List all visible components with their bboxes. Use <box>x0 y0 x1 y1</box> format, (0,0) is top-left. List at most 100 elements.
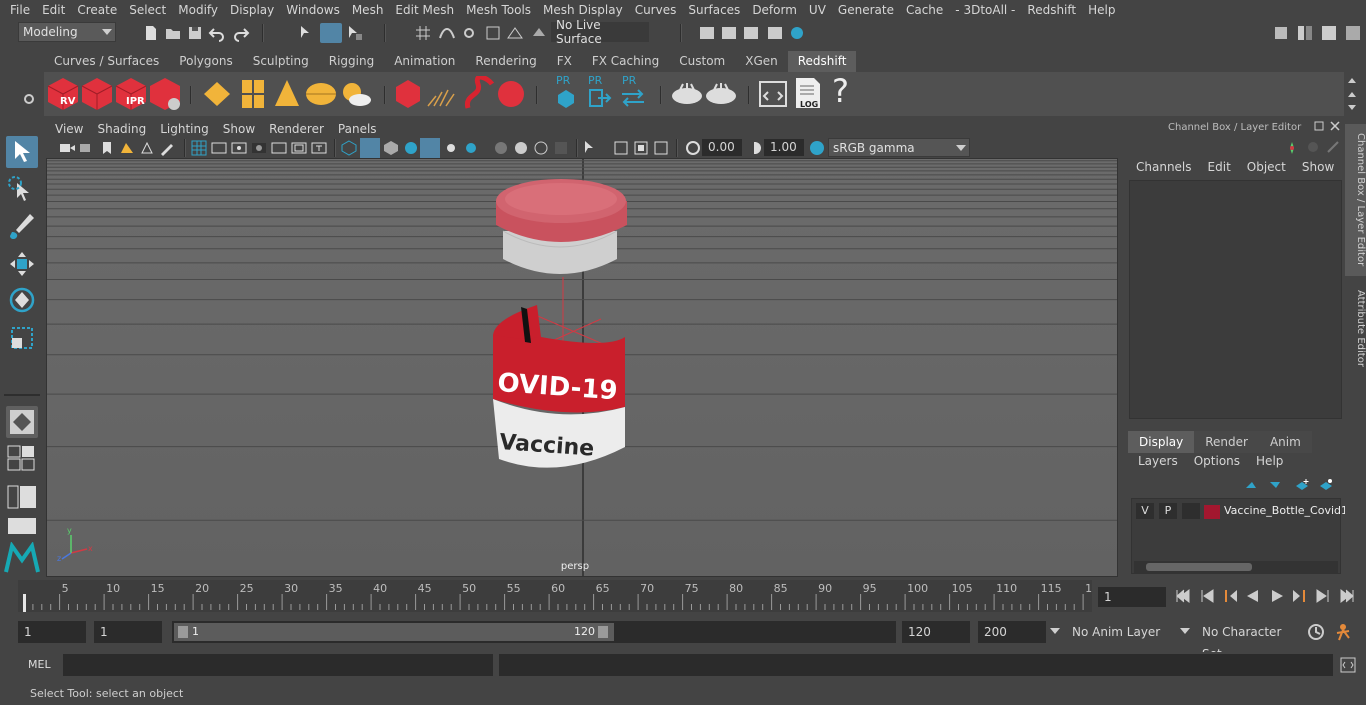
proxy-diamond-icon[interactable] <box>202 80 232 108</box>
tab-channel-box[interactable]: Channel Box / Layer Editor <box>1345 124 1366 276</box>
step-forward-icon[interactable] <box>1314 588 1332 604</box>
sun-sky-icon[interactable] <box>338 80 372 108</box>
channel-lock-icon[interactable] <box>1326 140 1340 154</box>
float-panel-icon[interactable] <box>1314 121 1324 131</box>
menu-cache[interactable]: Cache <box>900 3 949 17</box>
layer-menu-layers[interactable]: Layers <box>1130 454 1186 468</box>
select-by-hierarchy-icon[interactable] <box>298 24 316 42</box>
menu-3dtoall[interactable]: - 3DtoAll - <box>949 3 1021 17</box>
current-time-marker[interactable] <box>23 594 26 612</box>
channel-menu-show[interactable]: Show <box>1294 160 1342 178</box>
time-slider[interactable]: 5 10 15 20 25 30 35 40 45 50 55 60 65 70 75 80 85 90 95 100… <box>18 580 1099 612</box>
gamma-icon[interactable] <box>746 139 764 157</box>
script-editor-button-icon[interactable] <box>1340 657 1356 673</box>
layer-tab-anim[interactable]: Anim <box>1258 431 1312 453</box>
hypershade-icon[interactable] <box>788 24 806 42</box>
shelf-tab-xgen[interactable]: XGen <box>735 51 788 72</box>
menu-redshift[interactable]: Redshift <box>1021 3 1082 17</box>
layer-scroll-thumb[interactable] <box>1146 563 1252 571</box>
vaccine-bottle-cap[interactable] <box>496 179 627 274</box>
exposure-field[interactable]: 0.00 <box>702 139 742 156</box>
range-end-handle[interactable] <box>598 626 608 638</box>
colorspace-dropdown[interactable]: sRGB gamma <box>828 138 970 157</box>
scale-tool[interactable] <box>6 322 38 354</box>
layer-color-swatch[interactable] <box>1204 505 1220 519</box>
close-panel-icon[interactable] <box>1330 121 1340 131</box>
menu-file[interactable]: File <box>4 3 36 17</box>
anim-layer-selector[interactable]: No Anim Layer <box>1066 621 1176 643</box>
auto-key-icon[interactable] <box>1306 622 1326 642</box>
scene-canvas[interactable]: OVID-19 Vaccine x y z persp <box>47 159 1118 577</box>
viewport-menu-renderer[interactable]: Renderer <box>262 122 331 136</box>
isolate-select-icon[interactable] <box>582 139 600 157</box>
new-layer-selected-icon[interactable] <box>1318 478 1334 492</box>
shelf-tab-rendering[interactable]: Rendering <box>465 51 546 72</box>
save-scene-icon[interactable] <box>186 24 204 42</box>
viewport-menu-shading[interactable]: Shading <box>90 122 153 136</box>
make-live-icon[interactable] <box>530 24 548 42</box>
new-layer-icon[interactable] <box>1294 478 1310 492</box>
start-time-field[interactable]: 1 <box>18 621 86 643</box>
viewport-persp[interactable]: OVID-19 Vaccine x y z persp <box>46 158 1118 577</box>
render-view-icon[interactable] <box>698 24 716 42</box>
render-sequence-icon[interactable] <box>80 76 114 112</box>
proxy-import-icon[interactable] <box>588 88 612 108</box>
layer-playback-toggle[interactable]: P <box>1159 503 1177 519</box>
smooth-shade-button[interactable] <box>360 138 380 158</box>
move-tool[interactable] <box>6 248 38 280</box>
camera-icon[interactable] <box>58 139 76 157</box>
anim-layer-dropdown-icon[interactable] <box>1180 628 1190 634</box>
menu-edit[interactable]: Edit <box>36 3 71 17</box>
camera-attr-icon[interactable] <box>78 139 96 157</box>
lights-icon[interactable] <box>442 139 460 157</box>
proxy-grid-icon[interactable] <box>240 78 266 110</box>
menu-create[interactable]: Create <box>71 3 123 17</box>
viewport-menu-lighting[interactable]: Lighting <box>153 122 216 136</box>
shelf-tab-animation[interactable]: Animation <box>384 51 465 72</box>
redshift-settings-icon[interactable] <box>148 76 182 112</box>
select-by-object-icon[interactable] <box>346 24 364 42</box>
channel-box-area[interactable] <box>1129 180 1342 419</box>
shelf-tab-curves-surfaces[interactable]: Curves / Surfaces <box>44 51 169 72</box>
safe-title-icon[interactable] <box>310 139 328 157</box>
exposure-icon[interactable] <box>684 139 702 157</box>
end-time-dropdown-icon[interactable] <box>1050 628 1060 634</box>
shelf-tab-polygons[interactable]: Polygons <box>169 51 242 72</box>
curve-icon[interactable] <box>462 76 496 112</box>
animation-prefs-icon[interactable] <box>1334 622 1356 642</box>
default-material-icon[interactable] <box>382 139 400 157</box>
shelf-tab-fx[interactable]: FX <box>547 51 582 72</box>
viewport-menu-show[interactable]: Show <box>216 122 262 136</box>
menu-modify[interactable]: Modify <box>172 3 224 17</box>
redo-icon[interactable] <box>232 24 250 42</box>
script-editor-icon[interactable] <box>758 80 788 108</box>
menu-mesh-display[interactable]: Mesh Display <box>537 3 629 17</box>
help-question-icon[interactable]: ? <box>832 72 849 110</box>
layer-hscrollbar[interactable] <box>1134 561 1338 573</box>
color-management-icon[interactable] <box>808 139 826 157</box>
shelf-tab-redshift[interactable]: Redshift <box>787 51 857 72</box>
layout-outliner-icon[interactable] <box>6 484 38 510</box>
live-surface-field[interactable]: No Live Surface <box>551 18 649 46</box>
layer-tab-render[interactable]: Render <box>1194 431 1259 453</box>
step-forward-key-icon[interactable] <box>1290 588 1308 604</box>
go-to-start-icon[interactable] <box>1174 588 1192 604</box>
character-set-selector[interactable]: No Character Set <box>1196 621 1298 661</box>
image-plane-icon[interactable] <box>118 139 136 157</box>
mel-label[interactable]: MEL <box>28 658 51 671</box>
xray-button[interactable] <box>420 138 440 158</box>
grid-toggle-icon[interactable] <box>190 139 208 157</box>
tab-attribute-editor[interactable]: Attribute Editor <box>1345 286 1366 370</box>
2d-pan-icon[interactable] <box>138 139 156 157</box>
depth-of-field-icon[interactable] <box>552 139 570 157</box>
layer-move-down-icon[interactable] <box>1268 478 1284 492</box>
workspace-icon[interactable] <box>1272 24 1290 42</box>
menu-deform[interactable]: Deform <box>746 3 803 17</box>
channel-menu-edit[interactable]: Edit <box>1200 160 1239 178</box>
menu-surfaces[interactable]: Surfaces <box>682 3 746 17</box>
ipr-render-icon[interactable] <box>742 24 760 42</box>
ambient-occlusion-icon[interactable] <box>492 139 510 157</box>
layer-move-up-icon[interactable] <box>1244 478 1260 492</box>
play-backwards-icon[interactable] <box>1244 588 1262 604</box>
go-to-end-icon[interactable] <box>1338 588 1356 604</box>
